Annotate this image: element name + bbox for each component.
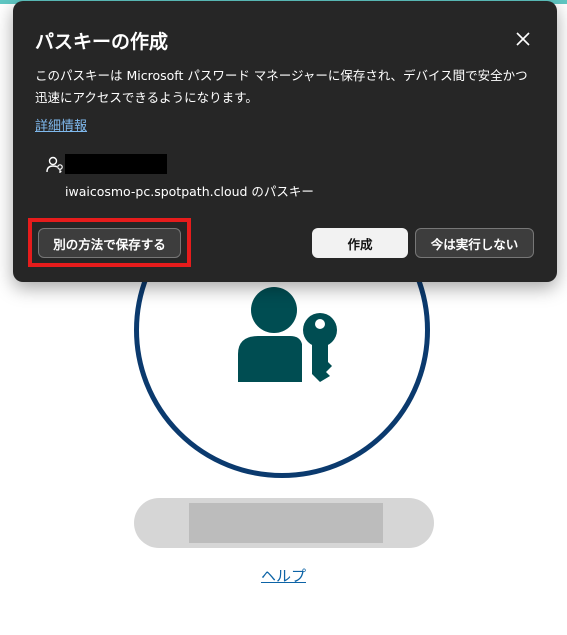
more-info-link[interactable]: 詳細情報 <box>35 115 87 134</box>
create-button[interactable]: 作成 <box>312 228 408 258</box>
redacted-username <box>65 154 167 174</box>
not-now-button[interactable]: 今は実行しない <box>415 228 534 258</box>
passkey-illustration <box>238 287 337 382</box>
highlight-annotation-box <box>28 218 191 267</box>
close-button[interactable] <box>511 27 535 51</box>
account-name-pill <box>134 498 434 548</box>
close-icon <box>516 32 530 46</box>
user-key-icon <box>46 156 63 173</box>
passkey-site-label: iwaicosmo-pc.spotpath.cloud のパスキー <box>65 184 314 199</box>
dialog-title: パスキーの作成 <box>35 31 169 53</box>
dialog-description: このパスキーは Microsoft パスワード マネージャーに保存され、デバイス… <box>35 68 528 105</box>
redacted-account-name <box>189 503 383 543</box>
help-link[interactable]: ヘルプ <box>0 565 567 586</box>
create-passkey-dialog: パスキーの作成 このパスキーは Microsoft パスワード マネージャーに保… <box>13 1 557 282</box>
